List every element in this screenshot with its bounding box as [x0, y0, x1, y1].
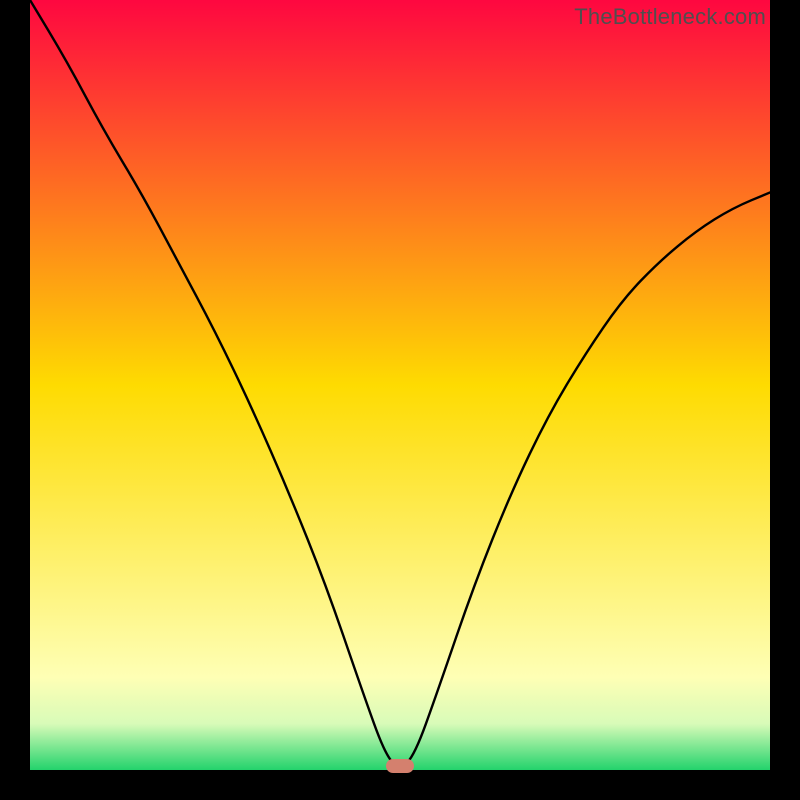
plot-area	[30, 0, 770, 770]
bottleneck-curve	[30, 0, 770, 770]
chart-frame: TheBottleneck.com	[0, 0, 800, 800]
minimum-marker	[386, 759, 414, 773]
watermark-label: TheBottleneck.com	[574, 4, 766, 30]
